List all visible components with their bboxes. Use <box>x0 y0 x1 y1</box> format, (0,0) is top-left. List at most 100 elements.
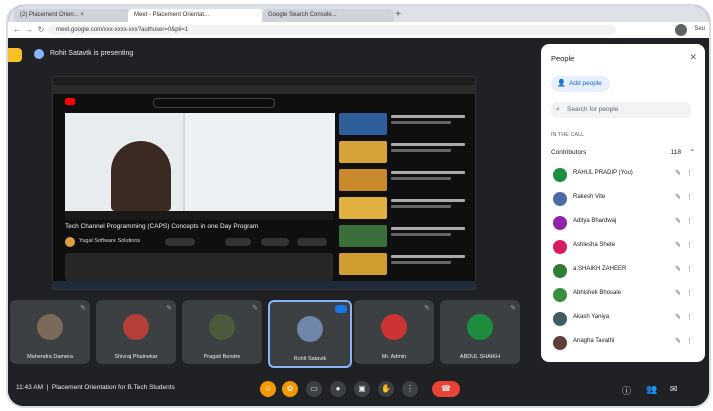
mic-button[interactable]: ● <box>330 381 346 397</box>
people-icon[interactable]: 👥 <box>646 384 657 395</box>
shared-screen: Tech Channel Programming (CAPS) Concepts… <box>52 76 476 290</box>
avatar <box>37 314 63 340</box>
person-row[interactable]: Anagha Tavathi ✎ ⋮ <box>551 334 699 352</box>
leave-call-button[interactable]: ☎ <box>432 381 460 397</box>
close-icon[interactable]: ✕ <box>689 52 697 63</box>
more-icon[interactable]: ⋮ <box>686 265 693 273</box>
screen-frame: (2) Placement Orien... × Meet - Placemen… <box>6 4 711 408</box>
info-icon[interactable]: ⓘ <box>622 384 631 397</box>
participant-tile[interactable]: ✎ Pragati Bendre <box>182 300 262 364</box>
shared-browser-tabs <box>53 77 475 85</box>
shared-browser-address <box>53 85 475 94</box>
more-icon[interactable]: ⋮ <box>686 313 693 321</box>
people-search-input[interactable]: ⌕ Search for people <box>551 102 691 118</box>
mic-off-icon: ✎ <box>424 305 430 312</box>
chat-icon[interactable]: ✉ <box>670 384 678 395</box>
avatar <box>553 264 567 278</box>
browser-tab-1[interactable]: (2) Placement Orien... × <box>14 9 130 22</box>
reload-icon[interactable]: ↻ <box>36 25 46 35</box>
contributors-count: 118 <box>670 149 681 156</box>
mic-off-icon: ✎ <box>675 338 681 345</box>
mic-off-icon: ✎ <box>675 218 681 225</box>
subscribe-pill <box>165 238 195 246</box>
avatar <box>553 240 567 254</box>
participant-name: Rohit Satavtk <box>293 356 327 362</box>
speaker-figure <box>111 141 171 211</box>
presenting-badge <box>335 305 347 313</box>
participant-tile[interactable]: ✎ Mr. Admin <box>354 300 434 364</box>
add-people-button[interactable]: 👤 Add people <box>551 76 610 92</box>
avatar <box>553 192 567 206</box>
avatar <box>297 316 323 342</box>
video-description <box>65 253 333 281</box>
profile-avatar[interactable] <box>675 24 687 36</box>
participant-name: Shivraj Phalnekar <box>114 354 158 360</box>
person-row[interactable]: Akash Yaniya ✎ ⋮ <box>551 310 699 328</box>
more-icon[interactable]: ⋮ <box>686 169 693 177</box>
mic-off-icon: ✎ <box>675 290 681 297</box>
person-row[interactable]: RAHUL PRADIP (You) ✎ ⋮ <box>551 166 699 184</box>
person-row[interactable]: Rakesh Vite ✎ ⋮ <box>551 190 699 208</box>
youtube-search <box>153 98 275 108</box>
presenter-icon <box>34 49 44 59</box>
back-icon[interactable]: ← <box>12 25 22 35</box>
suggested-item <box>339 113 469 137</box>
person-row[interactable]: Aditya Bhardwaj ✎ ⋮ <box>551 214 699 232</box>
people-panel: People ✕ 👤 Add people ⌕ Search for peopl… <box>541 44 705 362</box>
camera-button[interactable]: ▣ <box>354 381 370 397</box>
emoji-button[interactable]: ✿ <box>282 381 298 397</box>
contributors-label: Contributors <box>551 149 587 156</box>
person-row[interactable]: Ashlesha Shete ✎ ⋮ <box>551 238 699 256</box>
participant-tile[interactable]: ✎ ABDUL SHAIKH <box>440 300 520 364</box>
meet-area: Rohit Satavtk is presenting Tech Channel… <box>8 38 709 406</box>
browser-tab-bar: (2) Placement Orien... × Meet - Placemen… <box>8 6 709 22</box>
avatar <box>553 216 567 230</box>
raise-hand-button[interactable]: ✋ <box>378 381 394 397</box>
browser-tab-meet[interactable]: Meet - Placement Orientat... <box>128 9 264 22</box>
captions-button[interactable]: ▭ <box>306 381 322 397</box>
suggested-item <box>339 197 469 221</box>
person-row[interactable]: a.SHAIKH ZAHEER ✎ ⋮ <box>551 262 699 280</box>
search-icon: ⌕ <box>556 106 560 113</box>
activities-tab[interactable] <box>8 48 22 62</box>
avatar <box>209 314 235 340</box>
suggested-item <box>339 225 469 249</box>
share-pill <box>261 238 289 246</box>
more-icon[interactable]: ⋮ <box>686 337 693 345</box>
more-icon[interactable]: ⋮ <box>686 217 693 225</box>
suggested-item <box>339 141 469 165</box>
search-placeholder: Search for people <box>567 106 619 113</box>
new-tab-icon[interactable]: + <box>392 9 404 21</box>
participant-tile[interactable]: ✎ Mahendra Damera <box>10 300 90 364</box>
add-people-label: Add people <box>569 80 602 87</box>
avatar <box>553 312 567 326</box>
download-pill <box>297 238 327 246</box>
mic-off-icon: ✎ <box>675 314 681 321</box>
presenting-banner: Rohit Satavtk is presenting <box>34 46 133 62</box>
participant-name: ABDUL SHAIKH <box>459 354 501 360</box>
channel-name: Yugal Software Solutions <box>79 238 141 244</box>
channel-avatar <box>65 237 75 247</box>
shared-taskbar <box>53 281 475 289</box>
participant-tile[interactable]: ✎ Shivraj Phalnekar <box>96 300 176 364</box>
person-row[interactable]: Abhishek Bhosale ✎ ⋮ <box>551 286 699 304</box>
reactions-button[interactable]: ☺ <box>260 381 276 397</box>
participant-tile-presenter[interactable]: Rohit Satavtk <box>268 300 352 368</box>
contributors-section[interactable]: Contributors 118 ⌃ <box>551 146 699 160</box>
browser-tab-3[interactable]: Google Search Console... <box>262 9 394 22</box>
meeting-info: 11:43 AM | Placement Orientation for B.T… <box>16 384 175 391</box>
mic-off-icon: ✎ <box>80 305 86 312</box>
youtube-logo <box>65 98 77 105</box>
video-controls <box>65 211 333 220</box>
meet-control-bar: 11:43 AM | Placement Orientation for B.T… <box>8 372 709 406</box>
more-options-button[interactable]: ⋮ <box>402 381 418 397</box>
url-field[interactable]: meet.google.com/xxx-xxxx-xxx?authuser=0&… <box>48 25 616 35</box>
avatar <box>123 314 149 340</box>
more-icon[interactable]: ⋮ <box>686 289 693 297</box>
more-icon[interactable]: ⋮ <box>686 193 693 201</box>
more-icon[interactable]: ⋮ <box>686 241 693 249</box>
person-name: Abhishek Bhosale <box>573 290 622 296</box>
forward-icon[interactable]: → <box>24 25 34 35</box>
avatar <box>553 336 567 350</box>
suggested-item <box>339 253 469 277</box>
